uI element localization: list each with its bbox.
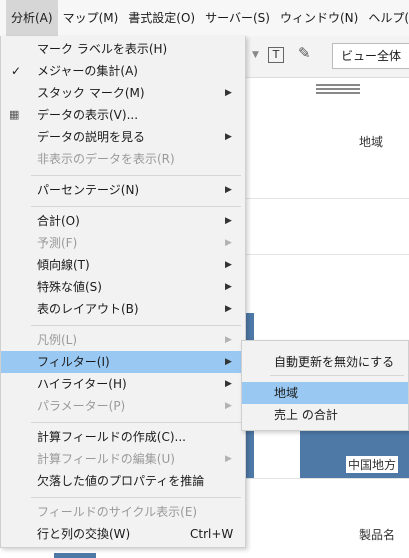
menu-item-aggregate-measures[interactable]: ✓ メジャーの集計(A) xyxy=(1,60,245,82)
data-grid-icon: ▦ xyxy=(9,108,19,121)
menu-item-parameters: パラメーター(P) ▶ xyxy=(1,395,245,417)
row-header-product[interactable]: 製品名 xyxy=(359,526,395,543)
menu-item-special-values[interactable]: 特殊な値(S) ▶ xyxy=(1,276,245,298)
menu-item-highlighters[interactable]: ハイライター(H) ▶ xyxy=(1,373,245,395)
menu-bar: 分析(A) マップ(M) 書式設定(O) サーバー(S) ウィンドウ(N) ヘル… xyxy=(0,0,409,36)
menu-item-explain-data[interactable]: データの説明を見る ▶ xyxy=(1,126,245,148)
submenu-item-disable-auto-update[interactable]: 自動更新を無効にする xyxy=(242,351,408,373)
menu-separator xyxy=(31,422,241,423)
submenu-arrow-icon: ▶ xyxy=(225,216,232,226)
submenu-item-sum-of-sales[interactable]: 売上 の合計 xyxy=(242,404,408,426)
submenu-arrow-icon: ▶ xyxy=(225,454,232,464)
menu-item-edit-calculated-field: 計算フィールドの編集(U) ▶ xyxy=(1,448,245,470)
menu-map[interactable]: マップ(M) xyxy=(58,0,124,36)
submenu-arrow-icon: ▶ xyxy=(225,88,232,98)
menu-item-infer-missing-values[interactable]: 欠落した値のプロパティを推論 xyxy=(1,470,245,492)
view-size-select[interactable]: ビュー全体 xyxy=(332,43,409,69)
check-icon: ✓ xyxy=(11,64,22,78)
submenu-arrow-icon: ▶ xyxy=(225,401,232,411)
menu-item-filters[interactable]: フィルター(I) ▶ xyxy=(1,351,245,373)
analysis-menu: マーク ラベルを表示(H) ✓ メジャーの集計(A) スタック マーク(M) ▶… xyxy=(0,36,246,548)
menu-separator xyxy=(31,206,241,207)
column-header-region[interactable]: 地域 xyxy=(359,133,383,150)
menu-item-show-mark-labels[interactable]: マーク ラベルを表示(H) xyxy=(1,38,245,60)
submenu-arrow-icon: ▶ xyxy=(225,304,232,314)
menu-item-stack-marks[interactable]: スタック マーク(M) ▶ xyxy=(1,82,245,104)
menu-item-forecast: 予測(F) ▶ xyxy=(1,232,245,254)
row-divider xyxy=(246,478,409,479)
menu-item-view-data[interactable]: ▦ データの表示(V)... xyxy=(1,104,245,126)
submenu-arrow-icon: ▶ xyxy=(225,379,232,389)
shortcut-label: Ctrl+W xyxy=(190,527,234,541)
dropdown-arrow-icon[interactable]: ▼ xyxy=(252,50,259,60)
menu-server[interactable]: サーバー(S) xyxy=(200,0,275,36)
toolbar: ▼ T ✎ ビュー全体 xyxy=(246,36,409,78)
menu-item-swap-rows-columns[interactable]: 行と列の交換(W) Ctrl+W xyxy=(1,523,245,545)
menu-separator xyxy=(31,497,241,498)
submenu-item-region[interactable]: 地域 xyxy=(242,382,408,404)
view-pane xyxy=(246,78,409,558)
menu-window[interactable]: ウィンドウ(N) xyxy=(275,0,363,36)
menu-format[interactable]: 書式設定(O) xyxy=(123,0,200,36)
menu-item-cycle-fields: フィールドのサイクル表示(E) xyxy=(37,505,198,519)
menu-item-legends: 凡例(L) ▶ xyxy=(1,329,245,351)
row-divider xyxy=(246,198,409,199)
submenu-arrow-icon: ▶ xyxy=(225,185,232,195)
menu-separator xyxy=(31,325,241,326)
menu-item-trend-lines[interactable]: 傾向線(T) ▶ xyxy=(1,254,245,276)
submenu-arrow-icon: ▶ xyxy=(225,282,232,292)
menu-item-table-layout[interactable]: 表のレイアウト(B) ▶ xyxy=(1,298,245,320)
submenu-arrow-icon: ▶ xyxy=(225,238,232,248)
submenu-arrow-icon: ▶ xyxy=(225,260,232,270)
menu-help[interactable]: ヘルプ(H) xyxy=(363,0,409,36)
submenu-arrow-icon: ▶ xyxy=(225,132,232,142)
drag-handle-icon[interactable] xyxy=(316,84,360,94)
menu-item-show-hidden-data: 非表示のデータを表示(R) xyxy=(37,152,175,166)
menu-item-totals[interactable]: 合計(O) ▶ xyxy=(1,210,245,232)
pin-icon[interactable]: ✎ xyxy=(298,44,311,62)
submenu-arrow-icon: ▶ xyxy=(225,335,232,345)
menu-separator xyxy=(31,175,241,176)
region-label: 中国地方 xyxy=(346,456,399,473)
filters-submenu: 自動更新を無効にする 地域 売上 の合計 xyxy=(241,340,409,431)
menu-analysis[interactable]: 分析(A) xyxy=(6,0,58,36)
text-tool-icon[interactable]: T xyxy=(268,47,284,63)
row-divider xyxy=(246,254,409,255)
menu-separator xyxy=(270,375,404,376)
submenu-arrow-icon: ▶ xyxy=(225,357,232,367)
menu-item-percentages[interactable]: パーセンテージ(N) ▶ xyxy=(1,179,245,201)
bar-mark[interactable] xyxy=(54,553,96,558)
menu-item-create-calculated-field[interactable]: 計算フィールドの作成(C)... xyxy=(1,426,245,448)
